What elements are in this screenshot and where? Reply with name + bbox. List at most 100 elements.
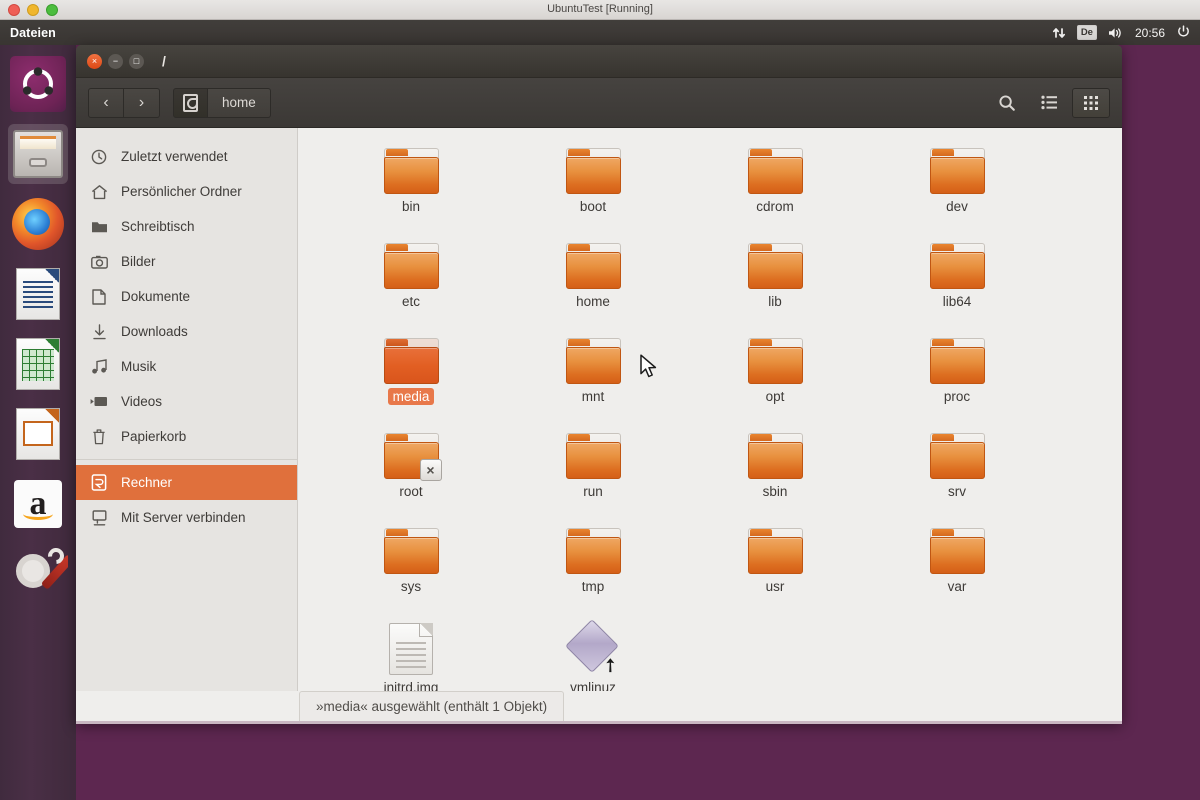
volume-icon[interactable]	[1108, 26, 1124, 40]
file-item[interactable]: dev	[866, 146, 1048, 237]
sidebar-item-recent[interactable]: Zuletzt verwendet	[76, 139, 297, 174]
search-icon	[999, 94, 1015, 111]
sidebar-item-downloads[interactable]: Downloads	[76, 314, 297, 349]
sidebar-item-documents[interactable]: Dokumente	[76, 279, 297, 314]
file-item-selected[interactable]: media	[320, 336, 502, 427]
file-item[interactable]: sbin	[684, 431, 866, 522]
file-item[interactable]: cdrom	[684, 146, 866, 237]
file-item[interactable]: lib	[684, 241, 866, 332]
document-file-icon	[389, 623, 433, 675]
file-item[interactable]: boot	[502, 146, 684, 237]
firefox-icon	[12, 198, 64, 250]
launcher-item-amazon[interactable]: a	[8, 474, 68, 534]
sidebar-divider	[76, 459, 297, 460]
file-label: opt	[765, 389, 785, 404]
window-maximize-button[interactable]: □	[129, 53, 144, 69]
file-item[interactable]: srv	[866, 431, 1048, 522]
file-item[interactable]: mnt	[502, 336, 684, 427]
file-grid: bin boot cdrom dev etc home lib lib64 me…	[320, 146, 1122, 712]
server-icon	[90, 509, 108, 527]
file-label: media	[387, 388, 435, 405]
file-grid-view[interactable]: bin boot cdrom dev etc home lib lib64 me…	[298, 128, 1122, 723]
window-body: Zuletzt verwendet Persönlicher Ordner Sc…	[76, 128, 1122, 723]
file-item[interactable]: bin	[320, 146, 502, 237]
search-button[interactable]	[988, 88, 1026, 118]
file-item[interactable]: var	[866, 526, 1048, 617]
window-toolbar: ‹ › home	[76, 78, 1122, 128]
panel-app-name[interactable]: Dateien	[10, 26, 56, 40]
sidebar-item-desktop[interactable]: Schreibtisch	[76, 209, 297, 244]
toolbar-right-buttons	[988, 87, 1110, 118]
window-title: /	[162, 53, 166, 69]
sidebar-item-pictures[interactable]: Bilder	[76, 244, 297, 279]
window-minimize-button[interactable]: −	[108, 53, 123, 69]
power-gear-icon[interactable]	[1176, 25, 1191, 40]
folder-icon	[929, 148, 985, 194]
file-item[interactable]: run	[502, 431, 684, 522]
video-icon	[90, 393, 108, 411]
sidebar-item-label: Videos	[121, 394, 163, 409]
file-cabinet-icon	[13, 130, 63, 178]
folder-icon	[383, 528, 439, 574]
folder-icon	[90, 218, 108, 236]
folder-icon	[747, 243, 803, 289]
file-item[interactable]: etc	[320, 241, 502, 332]
list-view-button[interactable]	[1030, 88, 1068, 118]
sidebar-item-videos[interactable]: Videos	[76, 384, 297, 419]
file-item[interactable]: usr	[684, 526, 866, 617]
folder-icon	[383, 338, 439, 384]
launcher-item-files[interactable]	[8, 124, 68, 184]
file-label: tmp	[581, 579, 605, 594]
file-item[interactable]: sys	[320, 526, 502, 617]
sidebar-item-label: Mit Server verbinden	[121, 510, 246, 525]
launcher-item-firefox[interactable]	[8, 194, 68, 254]
file-item[interactable]: proc	[866, 336, 1048, 427]
folder-icon	[565, 528, 621, 574]
file-label: proc	[943, 389, 971, 404]
writer-document-icon	[16, 268, 60, 320]
file-label: dev	[946, 199, 968, 214]
home-icon	[90, 183, 108, 201]
breadcrumb: home	[173, 87, 271, 118]
file-item[interactable]: tmp	[502, 526, 684, 617]
file-label: sys	[400, 579, 422, 594]
grid-view-icon	[1084, 95, 1098, 110]
symlink-file-icon: ➚	[565, 619, 624, 679]
list-view-icon	[1040, 95, 1057, 110]
clock-indicator[interactable]: 20:56	[1135, 26, 1165, 40]
breadcrumb-computer-button[interactable]	[173, 87, 208, 118]
file-item[interactable]: × root	[320, 431, 502, 522]
launcher-item-dash-home[interactable]	[8, 54, 68, 114]
navigation-buttons: ‹ ›	[88, 87, 160, 118]
grid-view-button[interactable]	[1072, 87, 1110, 118]
sidebar-item-music[interactable]: Musik	[76, 349, 297, 384]
sidebar-item-computer[interactable]: Rechner	[76, 465, 297, 500]
keyboard-layout-indicator[interactable]: De	[1076, 25, 1097, 40]
launcher-item-system-settings[interactable]	[8, 544, 68, 604]
folder-icon: ×	[383, 433, 442, 481]
launcher-item-libreoffice-writer[interactable]	[8, 264, 68, 324]
document-icon	[90, 288, 108, 306]
window-close-button[interactable]: ×	[87, 53, 102, 69]
launcher-item-libreoffice-impress[interactable]	[8, 404, 68, 464]
breadcrumb-item-home[interactable]: home	[208, 87, 271, 118]
file-label: lib64	[942, 294, 972, 309]
file-label: boot	[579, 199, 607, 214]
launcher-item-libreoffice-calc[interactable]	[8, 334, 68, 394]
folder-icon	[747, 433, 803, 479]
network-icon[interactable]	[1052, 26, 1066, 40]
sidebar-item-connect-to-server[interactable]: Mit Server verbinden	[76, 500, 297, 535]
sidebar-item-home[interactable]: Persönlicher Ordner	[76, 174, 297, 209]
file-item[interactable]: lib64	[866, 241, 1048, 332]
back-button[interactable]: ‹	[88, 87, 124, 118]
no-access-badge-icon: ×	[419, 459, 442, 481]
sidebar-item-trash[interactable]: Papierkorb	[76, 419, 297, 454]
forward-button[interactable]: ›	[124, 87, 160, 118]
amazon-icon: a	[14, 480, 62, 528]
file-item[interactable]: opt	[684, 336, 866, 427]
places-sidebar: Zuletzt verwendet Persönlicher Ordner Sc…	[76, 128, 298, 723]
file-item[interactable]: home	[502, 241, 684, 332]
folder-icon	[747, 338, 803, 384]
computer-icon	[183, 93, 198, 112]
file-label: home	[576, 294, 610, 309]
